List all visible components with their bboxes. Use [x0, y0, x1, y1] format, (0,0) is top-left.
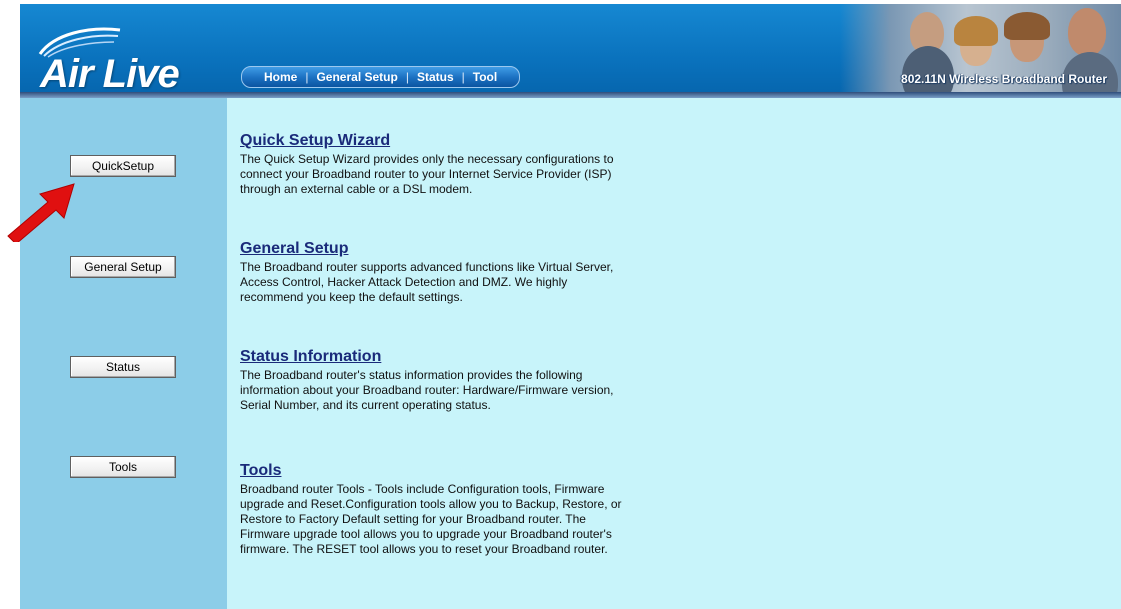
- banner-photo: 802.11N Wireless Broadband Router: [840, 4, 1121, 96]
- general-setup-link[interactable]: General Setup: [240, 240, 710, 258]
- red-arrow-icon: [7, 183, 75, 242]
- person-body-image: [902, 46, 954, 96]
- description-line: firmware. The RESET tool allows you to r…: [240, 542, 608, 556]
- description-line: Firmware upgrade tool allows you to upgr…: [240, 527, 612, 541]
- nav-status[interactable]: Status: [409, 70, 462, 84]
- description-line: Access Control, Hacker Attack Detection …: [240, 275, 568, 289]
- banner-caption: 802.11N Wireless Broadband Router: [901, 72, 1107, 86]
- description-line: The Broadband router supports advanced f…: [240, 260, 614, 274]
- description-line: Serial Number, and its current operating…: [240, 398, 491, 412]
- description-line: Broadband router Tools - Tools include C…: [240, 482, 605, 496]
- section-tools: Tools Broadband router Tools - Tools inc…: [240, 462, 710, 557]
- general-setup-button[interactable]: General Setup: [70, 256, 176, 278]
- description-line: upgrade and Reset.Configuration tools al…: [240, 497, 622, 511]
- nav-tool[interactable]: Tool: [465, 70, 505, 84]
- section-description: Broadband router Tools - Tools include C…: [240, 482, 710, 557]
- top-navigation: Home | General Setup | Status | Tool: [241, 66, 521, 88]
- router-admin-frame: Air Live Home | General Setup | Status |…: [20, 4, 1121, 609]
- airlive-logo[interactable]: Air Live: [34, 24, 224, 96]
- section-description: The Quick Setup Wizard provides only the…: [240, 152, 710, 197]
- description-line: Restore to Factory Default setting for y…: [240, 512, 586, 526]
- person-hair-image: [954, 16, 998, 46]
- section-description: The Broadband router supports advanced f…: [240, 260, 710, 305]
- description-line: connect your Broadband router to your In…: [240, 167, 612, 181]
- description-line: information about your Broadband router:…: [240, 383, 614, 397]
- description-line: The Broadband router's status informatio…: [240, 368, 583, 382]
- status-information-link[interactable]: Status Information: [240, 348, 710, 366]
- tools-link[interactable]: Tools: [240, 462, 710, 480]
- person-hair-image: [1004, 12, 1050, 40]
- header-bar: Air Live Home | General Setup | Status |…: [20, 4, 1121, 98]
- section-quick-setup-wizard: Quick Setup Wizard The Quick Setup Wizar…: [240, 132, 710, 197]
- description-line: recommend you keep the default settings.: [240, 290, 463, 304]
- quick-setup-wizard-link[interactable]: Quick Setup Wizard: [240, 132, 710, 150]
- person-face-image: [1068, 8, 1106, 56]
- tools-button[interactable]: Tools: [70, 456, 176, 478]
- section-status-information: Status Information The Broadband router'…: [240, 348, 710, 413]
- description-line: The Quick Setup Wizard provides only the…: [240, 152, 614, 166]
- section-description: The Broadband router's status informatio…: [240, 368, 710, 413]
- status-button[interactable]: Status: [70, 356, 176, 378]
- logo-text: Air Live: [40, 52, 180, 96]
- section-general-setup: General Setup The Broadband router suppo…: [240, 240, 710, 305]
- sidebar: QuickSetup General Setup Status Tools: [20, 98, 227, 609]
- nav-home[interactable]: Home: [256, 70, 305, 84]
- description-line: through an external cable or a DSL modem…: [240, 182, 473, 196]
- quicksetup-button[interactable]: QuickSetup: [70, 155, 176, 177]
- nav-general-setup[interactable]: General Setup: [308, 70, 405, 84]
